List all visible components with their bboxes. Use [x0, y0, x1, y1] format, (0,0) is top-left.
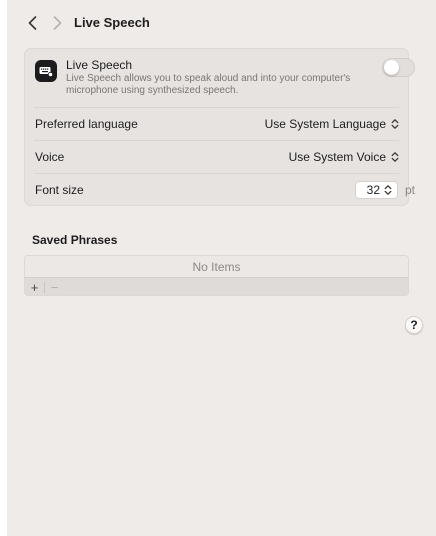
- font-size-row: Font size 32 pt: [25, 174, 415, 206]
- voice-label: Voice: [35, 150, 65, 164]
- remove-phrase-button[interactable]: −: [45, 278, 64, 295]
- saved-phrases-list: No Items + −: [24, 255, 409, 296]
- font-size-label: Font size: [35, 183, 84, 197]
- saved-phrases-title: Saved Phrases: [32, 233, 118, 247]
- preferred-language-popup[interactable]: Use System Language: [265, 117, 400, 131]
- add-phrase-button[interactable]: +: [25, 278, 44, 295]
- chevron-right-icon: [53, 16, 61, 30]
- settings-window: Live Speech Live Speech Live Speech allo…: [7, 0, 436, 536]
- back-button[interactable]: [24, 13, 40, 33]
- voice-value: Use System Voice: [288, 150, 386, 164]
- preferred-language-value: Use System Language: [264, 117, 386, 131]
- help-button[interactable]: ?: [405, 316, 423, 334]
- font-size-value: 32: [366, 183, 380, 197]
- stepper-arrows-icon[interactable]: [383, 183, 393, 197]
- font-size-stepper[interactable]: 32: [355, 181, 398, 199]
- forward-button[interactable]: [49, 13, 65, 33]
- toggle-knob: [384, 60, 399, 75]
- voice-popup[interactable]: Use System Voice: [289, 150, 400, 164]
- live-speech-toggle[interactable]: [382, 58, 415, 77]
- chevron-left-icon: [28, 16, 36, 30]
- up-down-arrows-icon: [390, 117, 400, 131]
- page-title: Live Speech: [74, 15, 150, 30]
- toolbar: Live Speech: [7, 0, 436, 46]
- keyboard-speech-icon: [35, 60, 57, 82]
- live-speech-settings-group: Live Speech Live Speech allows you to sp…: [24, 48, 415, 206]
- empty-list-placeholder: No Items: [25, 256, 408, 277]
- voice-row: Voice Use System Voice: [25, 141, 408, 173]
- list-footer: + −: [25, 277, 408, 295]
- live-speech-row: Live Speech Live Speech allows you to sp…: [25, 49, 415, 105]
- preferred-language-label: Preferred language: [35, 117, 138, 131]
- up-down-arrows-icon: [390, 150, 400, 164]
- font-size-unit: pt: [405, 183, 416, 197]
- live-speech-description: Live Speech allows you to speak aloud an…: [66, 73, 351, 96]
- preferred-language-row: Preferred language Use System Language: [25, 108, 408, 140]
- live-speech-title: Live Speech: [66, 58, 133, 72]
